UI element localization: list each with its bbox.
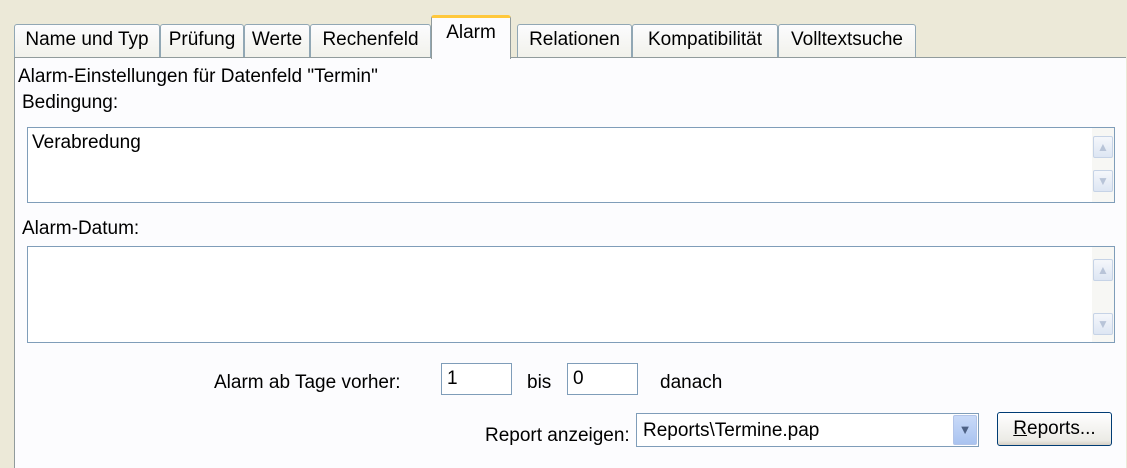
tab-volltextsuche[interactable]: Volltextsuche bbox=[778, 24, 916, 58]
tab-label: Relationen bbox=[529, 29, 620, 50]
tab-alarm[interactable]: Alarm bbox=[431, 15, 511, 59]
days-before-input[interactable]: 1 bbox=[441, 363, 512, 395]
alarm-date-scrollbar[interactable]: ▲ ▼ bbox=[1092, 247, 1114, 342]
tab-label: Name und Typ bbox=[25, 29, 149, 50]
condition-value: Verabredung bbox=[32, 132, 141, 153]
tab-label: Kompatibilität bbox=[647, 29, 763, 50]
tab-label: Volltextsuche bbox=[791, 29, 903, 50]
scroll-up-icon[interactable]: ▲ bbox=[1093, 136, 1113, 158]
danach-label: danach bbox=[660, 372, 723, 393]
reports-button-label: eports... bbox=[1027, 418, 1096, 439]
condition-label: Bedingung: bbox=[22, 92, 119, 113]
tab-label: Prüfung bbox=[168, 29, 236, 50]
tab-werte[interactable]: Werte bbox=[244, 24, 310, 58]
days-before-label: Alarm ab Tage vorher: bbox=[214, 372, 401, 393]
tab-pruefung[interactable]: Prüfung bbox=[160, 24, 244, 58]
report-select[interactable]: Reports\Termine.pap ▼ bbox=[636, 413, 979, 447]
alarm-date-label: Alarm-Datum: bbox=[22, 218, 140, 239]
scroll-down-icon[interactable]: ▼ bbox=[1093, 170, 1113, 192]
tab-label: Rechenfeld bbox=[322, 29, 419, 50]
tab-rechenfeld[interactable]: Rechenfeld bbox=[310, 24, 431, 58]
tab-name-und-typ[interactable]: Name und Typ bbox=[14, 24, 160, 58]
chevron-down-icon[interactable]: ▼ bbox=[953, 415, 977, 445]
tab-label: Alarm bbox=[446, 22, 496, 43]
tab-relationen[interactable]: Relationen bbox=[517, 24, 632, 58]
bis-label: bis bbox=[527, 372, 552, 393]
condition-textarea[interactable]: Verabredung ▲ ▼ bbox=[27, 127, 1115, 203]
reports-button[interactable]: Reports... bbox=[997, 412, 1112, 446]
tab-label: Werte bbox=[251, 29, 303, 50]
panel-heading: Alarm-Einstellungen für Datenfeld "Termi… bbox=[18, 66, 378, 87]
scroll-up-icon[interactable]: ▲ bbox=[1093, 259, 1113, 281]
scroll-down-icon[interactable]: ▼ bbox=[1093, 313, 1113, 335]
report-label: Report anzeigen: bbox=[485, 425, 630, 446]
report-selected-value: Reports\Termine.pap bbox=[643, 420, 820, 441]
tab-kompatibilitaet[interactable]: Kompatibilität bbox=[632, 24, 778, 58]
reports-button-mnemonic: R bbox=[1013, 418, 1028, 439]
alarm-date-textarea[interactable]: ▲ ▼ bbox=[27, 246, 1115, 343]
days-after-input[interactable]: 0 bbox=[567, 363, 638, 395]
tab-strip: Name und Typ Prüfung Werte Rechenfeld Al… bbox=[14, 14, 1114, 59]
condition-scrollbar[interactable]: ▲ ▼ bbox=[1092, 128, 1114, 202]
